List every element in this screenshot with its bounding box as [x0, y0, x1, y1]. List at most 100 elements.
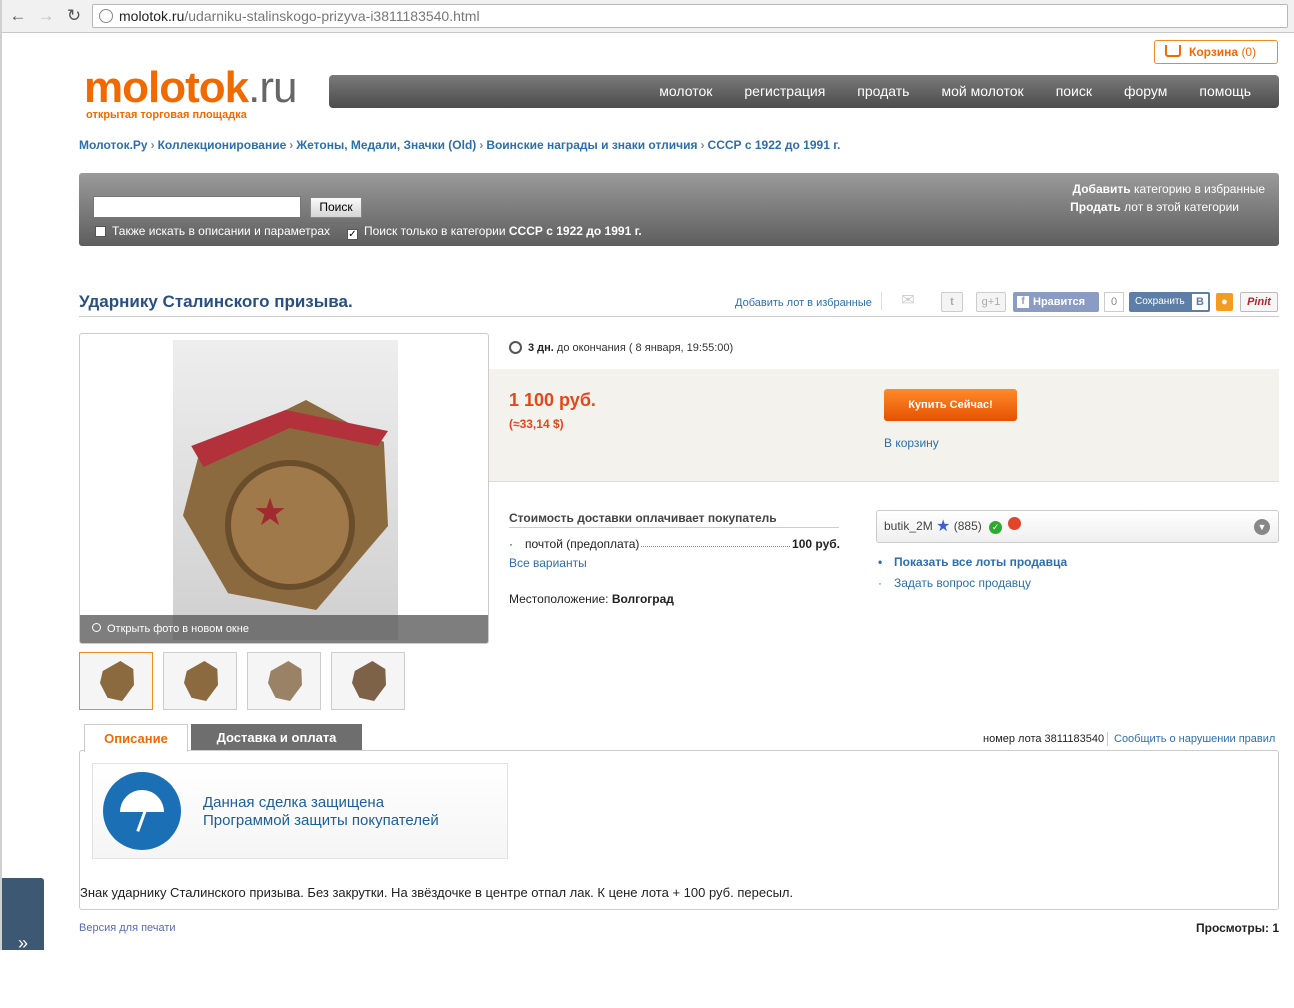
- mail-icon[interactable]: ✉: [895, 292, 921, 312]
- like-count: 0: [1104, 292, 1124, 312]
- nav-item-registration[interactable]: регистрация: [728, 75, 841, 108]
- seller-name[interactable]: butik_2M: [884, 519, 933, 533]
- nav-item-my-molotok[interactable]: мой молоток: [925, 75, 1039, 108]
- nav-item-help[interactable]: помощь: [1183, 75, 1267, 108]
- sell-in-category-link[interactable]: Продать лот в этой категории: [1070, 200, 1239, 214]
- thumbnail[interactable]: [79, 652, 153, 710]
- reload-icon[interactable]: ↻: [64, 6, 84, 26]
- cart-button[interactable]: Корзина (0): [1154, 40, 1278, 64]
- buyer-protection-banner: Данная сделка защищена Программой защиты…: [92, 763, 508, 859]
- logo-domain: .ru: [248, 63, 297, 112]
- breadcrumb-item[interactable]: Молоток.Ру: [79, 138, 148, 152]
- ask-seller-link[interactable]: · Задать вопрос продавцу: [878, 576, 1031, 590]
- expand-panel-button[interactable]: »: [2, 878, 44, 953]
- vk-icon: B: [1192, 294, 1208, 310]
- buy-now-button[interactable]: Купить Сейчас!: [884, 389, 1017, 421]
- vk-save-button[interactable]: Сохранить B: [1129, 292, 1210, 312]
- star-icon: ★: [936, 518, 951, 535]
- back-arrow-icon[interactable]: ←: [8, 6, 28, 26]
- chevron-down-icon[interactable]: ▼: [1254, 519, 1270, 535]
- shipping-row: · почтой (предоплата) 100 руб.: [509, 537, 840, 551]
- price-panel: 1 100 руб. (≈33,14 $) Купить Сейчас! В к…: [489, 369, 1279, 482]
- report-violation-link[interactable]: Сообщить о нарушении правил: [1114, 733, 1275, 745]
- divider: [1107, 732, 1108, 746]
- tab-description[interactable]: Описание: [84, 724, 188, 752]
- page-title: Ударнику Сталинского призыва.: [79, 292, 353, 311]
- seller-rating: (885): [953, 519, 982, 533]
- print-version-link[interactable]: Версия для печати: [79, 922, 176, 934]
- cart-count: (0): [1241, 45, 1257, 59]
- google-plus-button[interactable]: g+1: [976, 292, 1006, 312]
- clock-icon: [509, 341, 522, 354]
- category-name: СССР с 1922 до 1991 г.: [508, 224, 642, 238]
- photo-thumbnails: [79, 652, 415, 710]
- forward-arrow-icon[interactable]: →: [36, 6, 56, 26]
- add-to-cart-link[interactable]: В корзину: [884, 436, 939, 450]
- logo-tagline: открытая торговая площадка: [86, 109, 247, 121]
- thumbnail[interactable]: [163, 652, 237, 710]
- verified-icon: ✓: [989, 521, 1003, 534]
- nav-item-search[interactable]: поиск: [1040, 75, 1108, 108]
- protection-line: Программой защиты покупателей: [203, 812, 439, 829]
- shipping-heading: Стоимость доставки оплачивает покупатель: [509, 511, 839, 528]
- search-in-description-checkbox[interactable]: Также искать в описании и параметрах: [95, 224, 330, 238]
- odnoklassniki-icon[interactable]: ●: [1216, 293, 1233, 311]
- address-bar[interactable]: molotok.ru/udarniku-stalinskogo-prizyva-…: [92, 4, 1288, 28]
- view-count: Просмотры: 1: [1195, 921, 1279, 935]
- site-logo[interactable]: molotok.ru: [84, 63, 297, 112]
- cart-label: Корзина: [1189, 45, 1239, 59]
- left-edge: [0, 0, 2, 950]
- checkbox-label: Поиск только в категории: [364, 224, 506, 238]
- nav-item-sell[interactable]: продать: [841, 75, 925, 108]
- facebook-like-button[interactable]: f Нравится: [1013, 292, 1099, 312]
- pinterest-button[interactable]: Pinit: [1240, 292, 1278, 312]
- price: 1 100 руб.: [509, 390, 596, 410]
- globe-icon: [99, 9, 113, 23]
- search-in-category-checkbox[interactable]: ✓ Поиск только в категории СССР с 1922 до…: [347, 224, 642, 240]
- divider: [881, 292, 882, 310]
- seller-panel[interactable]: butik_2M ★ (885) ✓ ▼: [876, 510, 1279, 543]
- checkbox-label: Также искать в описании и параметрах: [112, 224, 331, 238]
- open-photo-link[interactable]: Открыть фото в новом окне: [80, 615, 488, 643]
- all-variants-link[interactable]: Все варианты: [509, 556, 587, 570]
- price-usd: (≈33,14 $): [509, 417, 564, 431]
- search-input[interactable]: [93, 196, 301, 218]
- main-photo[interactable]: ★ Открыть фото в новом окне: [79, 333, 489, 644]
- magnifier-icon: [92, 623, 101, 632]
- add-lot-favorite-link[interactable]: Добавить лот в избранные: [735, 297, 872, 309]
- search-button[interactable]: Поиск: [310, 197, 362, 218]
- thumbnail[interactable]: [331, 652, 405, 710]
- cart-icon: [1165, 45, 1181, 57]
- main-nav: молоток регистрация продать мой молоток …: [329, 75, 1279, 108]
- search-panel: Поиск Также искать в описании и параметр…: [79, 173, 1279, 246]
- breadcrumb-item[interactable]: Коллекционирование: [158, 138, 287, 152]
- add-category-favorite-link[interactable]: Добавить категорию в избранные: [1073, 182, 1265, 196]
- url-domain: molotok.ru: [119, 8, 185, 24]
- breadcrumb-item[interactable]: Воинские награды и знаки отличия: [486, 138, 697, 152]
- divider: [79, 316, 1279, 317]
- logo-brand: molotok: [84, 63, 249, 112]
- auction-timer: 3 дн. до окончания ( 8 января, 19:55:00): [509, 341, 733, 354]
- nav-item-molotok[interactable]: молоток: [643, 75, 728, 108]
- breadcrumb: Молоток.Ру › Коллекционирование › Жетоны, Ме…: [79, 138, 841, 152]
- lot-description: Знак ударнику Сталинского призыва. Без з…: [80, 885, 794, 900]
- umbrella-icon: [103, 772, 181, 850]
- twitter-icon[interactable]: t: [941, 292, 963, 312]
- lot-number: номер лота 3811183540: [983, 733, 1105, 745]
- protection-line: Данная сделка защищена: [203, 794, 385, 811]
- thumbnail[interactable]: [247, 652, 321, 710]
- facebook-icon: f: [1017, 296, 1029, 308]
- shipping-method: почтой (предоплата): [525, 537, 640, 551]
- badge-photo: ★: [173, 340, 398, 640]
- flame-icon: [1008, 517, 1022, 530]
- browser-toolbar: ← → ↻ molotok.ru/udarniku-stalinskogo-pr…: [0, 0, 1294, 33]
- breadcrumb-item[interactable]: СССР с 1922 до 1991 г.: [708, 138, 841, 152]
- show-seller-lots-link[interactable]: • Показать все лоты продавца: [878, 555, 1067, 569]
- tab-shipping[interactable]: Доставка и оплата: [191, 724, 362, 751]
- nav-item-forum[interactable]: форум: [1108, 75, 1183, 108]
- breadcrumb-item[interactable]: Жетоны, Медали, Значки (Old): [296, 138, 476, 152]
- description-panel: Данная сделка защищена Программой защиты…: [79, 750, 1279, 910]
- url-path: /udarniku-stalinskogo-prizyva-i381118354…: [184, 8, 480, 24]
- location: Местоположение: Волгоград: [509, 592, 674, 606]
- shipping-price: 100 руб.: [792, 537, 840, 551]
